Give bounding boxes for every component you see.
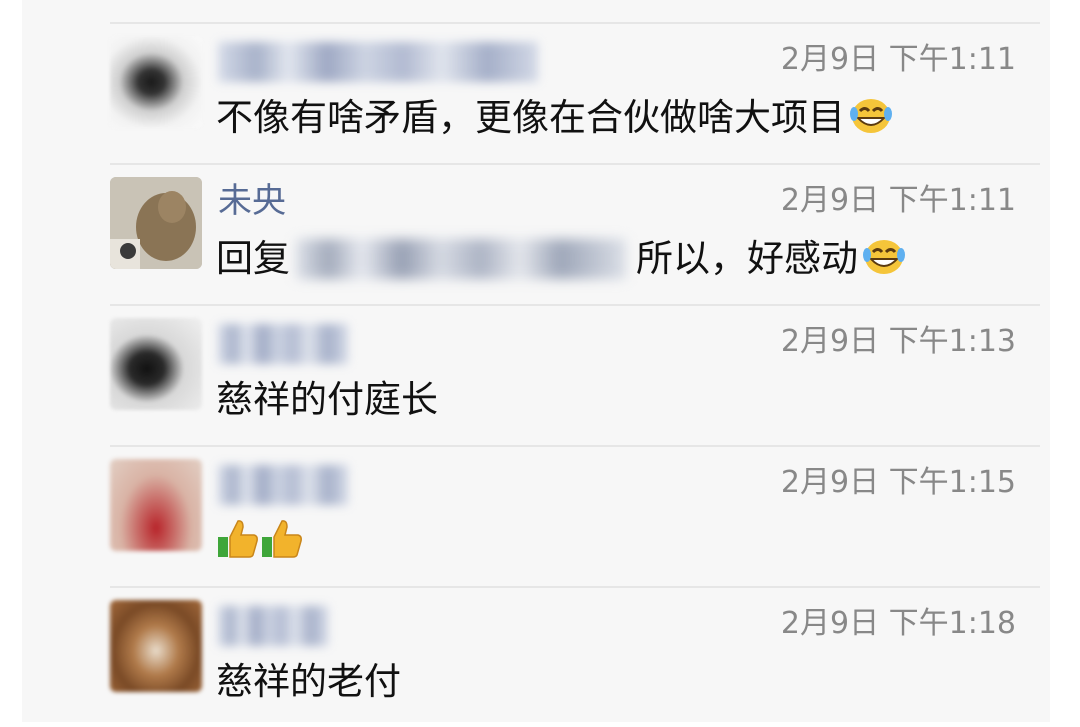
blurred-username[interactable] [218,465,348,505]
reply-prefix: 回复 [216,237,290,280]
comment-item[interactable]: 2月9日 下午1:11 不像有啥矛盾，更像在合伙做啥大项目 [22,22,1050,163]
comment-text-content: 不像有啥矛盾，更像在合伙做啥大项目 [216,96,845,139]
divider [110,304,1040,306]
divider [110,586,1040,588]
avatar[interactable] [110,459,202,551]
thumbs-up-icon [260,519,304,562]
comment-time: 2月9日 下午1:18 [780,606,1016,641]
comment-text [216,515,304,567]
laughing-tears-emoji [862,237,906,291]
blurred-username[interactable] [218,324,348,364]
avatar[interactable] [110,177,202,269]
comment-text-content: 所以，好感动 [636,237,858,280]
divider [110,22,1040,24]
comment-item[interactable]: 2月9日 下午1:18 慈祥的老付 [22,586,1050,727]
comment-time: 2月9日 下午1:11 [780,42,1016,77]
blurred-username[interactable] [218,42,538,82]
blurred-username[interactable] [218,606,328,646]
comment-item[interactable]: 未央 2月9日 下午1:11 回复 所以，好感动 [22,163,1050,304]
comment-item[interactable]: 2月9日 下午1:15 [22,445,1050,586]
comment-item[interactable]: 2月9日 下午1:13 慈祥的付庭长 [22,304,1050,445]
avatar[interactable] [110,600,202,692]
blurred-reply-target[interactable] [296,239,626,279]
avatar[interactable] [110,36,202,128]
comment-text: 慈祥的付庭长 [216,378,438,421]
avatar-image [110,177,202,269]
laughing-tears-emoji [849,96,893,150]
comment-time: 2月9日 下午1:11 [780,183,1016,218]
comment-time: 2月9日 下午1:15 [780,465,1016,500]
thumbs-up-icon [216,519,260,562]
divider [110,163,1040,165]
comment-text: 不像有啥矛盾，更像在合伙做啥大项目 [216,92,893,150]
comments-panel: 2月9日 下午1:11 不像有啥矛盾，更像在合伙做啥大项目 未央 2月9日 下午… [22,0,1050,722]
avatar[interactable] [110,318,202,410]
comment-text: 回复 所以，好感动 [216,233,906,291]
divider [110,445,1040,447]
comment-time: 2月9日 下午1:13 [780,324,1016,359]
comment-text: 慈祥的老付 [216,660,401,703]
username[interactable]: 未央 [218,177,286,225]
